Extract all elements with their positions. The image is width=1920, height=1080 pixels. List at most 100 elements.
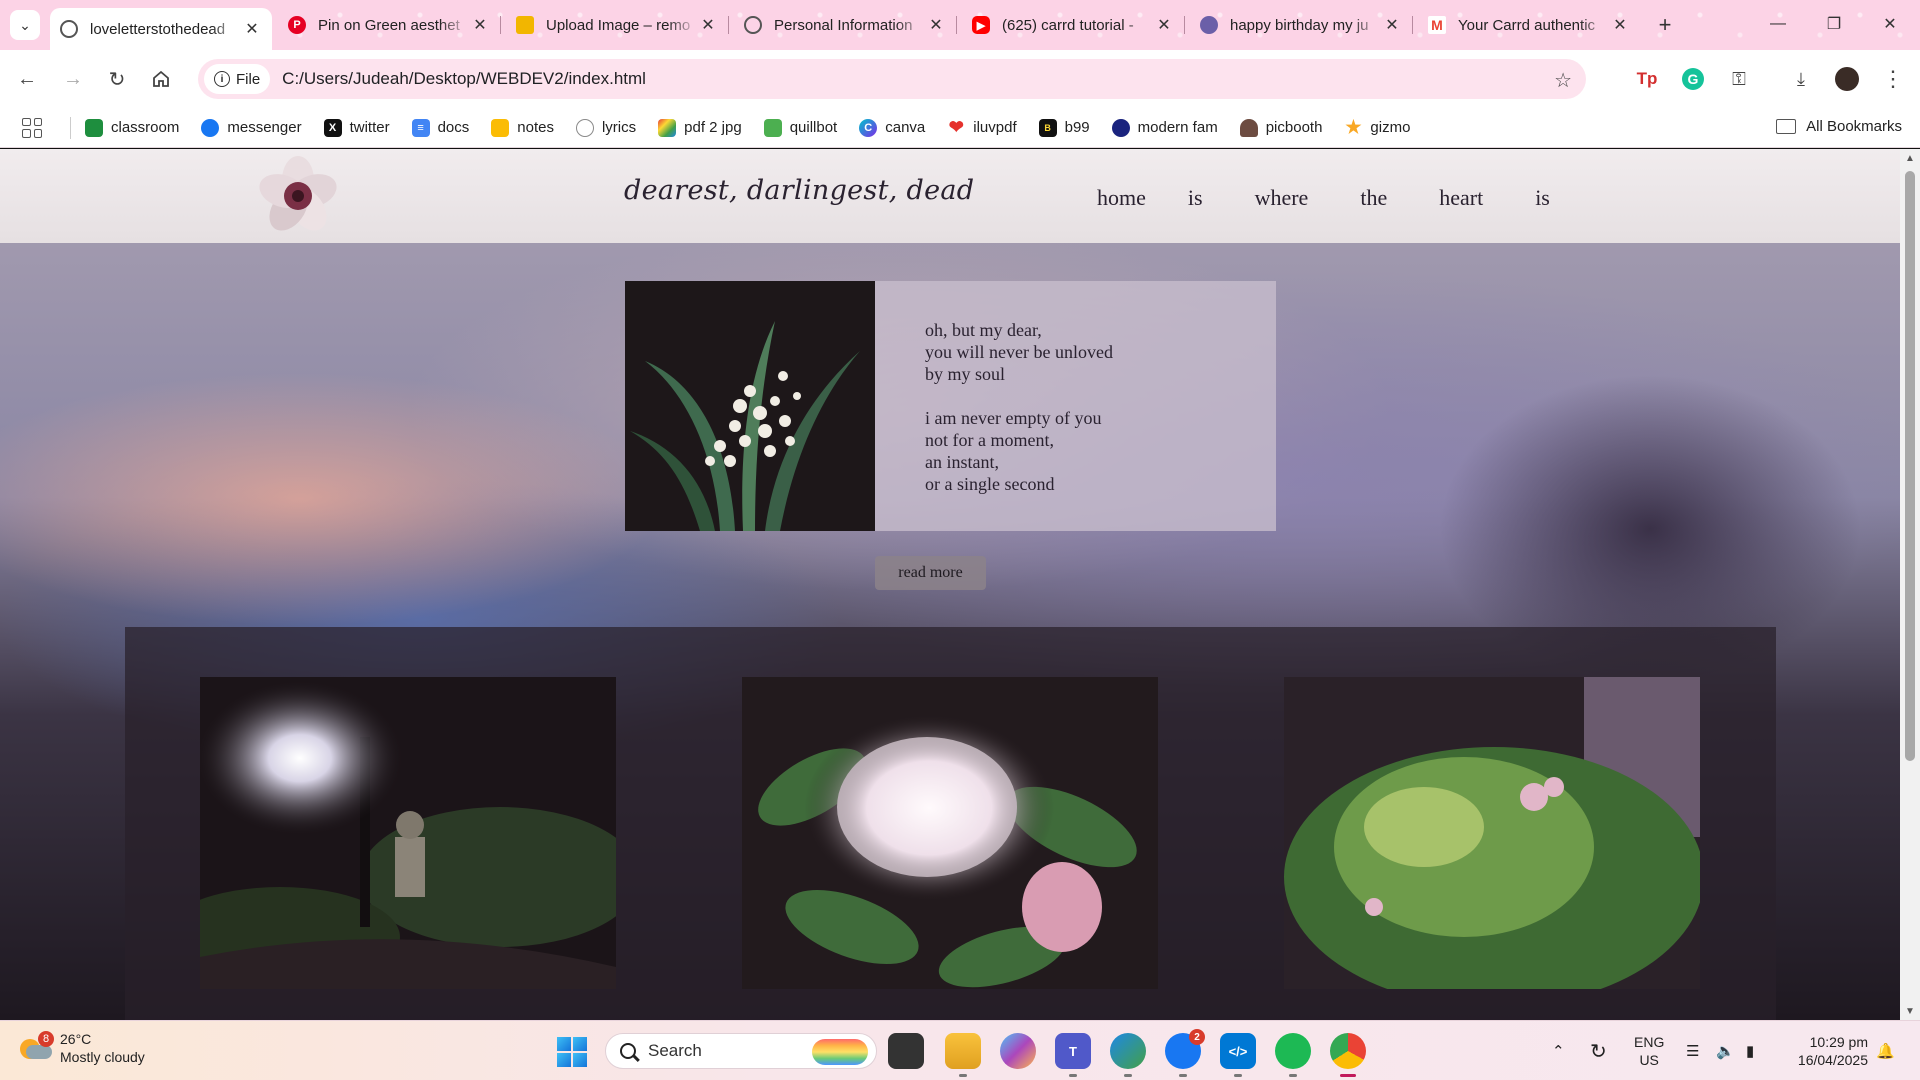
volume-icon[interactable]: 🔈: [1716, 1021, 1735, 1080]
language-indicator[interactable]: ENG US: [1634, 1033, 1664, 1069]
bookmark-iluvpdf[interactable]: ❤ iluvpdf: [947, 117, 1017, 137]
nav-link-heart[interactable]: heart: [1439, 185, 1483, 211]
quillbot-icon: [763, 118, 782, 137]
close-icon[interactable]: ✕: [698, 15, 718, 35]
tab-personal-information[interactable]: Personal Information ✕: [734, 8, 957, 42]
site-header: dearest, darlingest, dead home is where …: [0, 149, 1900, 243]
poem-line: or a single second: [925, 474, 1055, 494]
nav-link-where[interactable]: where: [1255, 185, 1309, 211]
bookmark-pdf2jpg[interactable]: pdf 2 jpg: [658, 118, 742, 137]
tab-upload-image[interactable]: Upload Image – remo ✕: [506, 8, 729, 42]
nav-link-the[interactable]: the: [1360, 185, 1387, 211]
tab-loveletters[interactable]: loveletterstothedead ✕: [50, 8, 272, 50]
all-bookmarks-button[interactable]: All Bookmarks: [1776, 118, 1902, 135]
site-info-chip[interactable]: i File: [204, 64, 271, 94]
tab-carrd[interactable]: happy birthday my ju ✕: [1190, 8, 1413, 42]
flower-logo-icon[interactable]: [255, 155, 341, 237]
apps-grid-icon[interactable]: [22, 117, 42, 138]
bookmark-star-icon[interactable]: ☆: [1554, 68, 1572, 93]
poem-line: an instant,: [925, 452, 999, 472]
home-button[interactable]: [146, 64, 176, 94]
lyrics-icon: [575, 118, 594, 137]
file-explorer-icon[interactable]: [945, 1033, 981, 1077]
scroll-down-arrow-icon[interactable]: ▼: [1900, 1002, 1920, 1020]
extensions-puzzle-icon[interactable]: ⚿: [1724, 64, 1754, 94]
bookmark-b99[interactable]: Bb99: [1038, 118, 1090, 137]
bookmark-modern-fam[interactable]: modern fam: [1111, 118, 1218, 137]
reload-button[interactable]: ↻: [102, 64, 132, 94]
read-more-button[interactable]: read more: [875, 556, 986, 590]
sync-icon[interactable]: ↻: [1590, 1021, 1607, 1080]
scroll-up-arrow-icon[interactable]: ▲: [1900, 149, 1920, 167]
poem-stanza: oh, but my dear, you will never be unlov…: [925, 319, 1276, 385]
bookmark-messenger[interactable]: messenger: [201, 118, 302, 137]
minimize-button[interactable]: —: [1750, 0, 1806, 48]
nav-link-is[interactable]: is: [1188, 185, 1203, 211]
system-clock[interactable]: 10:29 pm 16/04/2025: [1798, 1033, 1868, 1069]
wifi-icon[interactable]: ☰: [1686, 1021, 1699, 1080]
windows-start-icon[interactable]: [557, 1037, 587, 1067]
close-icon[interactable]: ✕: [1154, 15, 1174, 35]
weather-widget[interactable]: 8 26°C Mostly cloudy: [20, 1030, 145, 1066]
reload-icon: ↻: [108, 68, 126, 91]
address-bar[interactable]: i File C:/Users/Judeah/Desktop/WEBDEV2/i…: [198, 59, 1586, 99]
gallery-photo-white-hibiscus[interactable]: [742, 677, 1158, 989]
task-view-icon[interactable]: [888, 1033, 924, 1069]
messenger-app-icon[interactable]: 2: [1165, 1029, 1205, 1077]
webpage-viewport[interactable]: dearest, darlingest, dead home is where …: [0, 149, 1900, 1020]
close-icon[interactable]: ✕: [1382, 15, 1402, 35]
vscode-icon[interactable]: </>: [1220, 1033, 1256, 1077]
edge-icon[interactable]: [1110, 1033, 1146, 1077]
notification-bell-icon[interactable]: 🔔: [1876, 1021, 1895, 1080]
carrd-icon: [1200, 16, 1218, 34]
close-icon[interactable]: ✕: [242, 19, 262, 39]
close-icon[interactable]: ✕: [470, 15, 490, 35]
bookmark-twitter[interactable]: Xtwitter: [323, 118, 390, 137]
tab-youtube[interactable]: ▶ (625) carrd tutorial - ✕: [962, 8, 1185, 42]
chrome-icon[interactable]: [1330, 1033, 1366, 1077]
page-scrollbar[interactable]: ▲ ▼: [1900, 149, 1920, 1020]
teams-icon[interactable]: T: [1055, 1033, 1091, 1077]
profile-avatar[interactable]: [1832, 64, 1862, 94]
bookmark-notes[interactable]: notes: [491, 118, 554, 137]
upload-icon: [516, 16, 534, 34]
close-window-button[interactable]: ✕: [1862, 0, 1918, 48]
taskbar-search[interactable]: Search: [605, 1033, 877, 1069]
nav-link-is-2[interactable]: is: [1535, 185, 1550, 211]
close-icon[interactable]: ✕: [1610, 15, 1630, 35]
bookmark-picbooth[interactable]: picbooth: [1239, 118, 1322, 137]
grammarly-icon[interactable]: G: [1678, 64, 1708, 94]
bookmark-label: pdf 2 jpg: [684, 119, 742, 136]
chevron-down-icon: ⌄: [19, 16, 31, 33]
bookmark-docs[interactable]: ≡ docs: [411, 118, 469, 137]
tab-gmail[interactable]: M Your Carrd authentic ✕: [1418, 8, 1640, 42]
bookmark-lyrics[interactable]: lyrics: [575, 118, 637, 137]
tp-extension-icon[interactable]: Tp: [1632, 64, 1662, 94]
back-button[interactable]: ←: [12, 64, 42, 94]
download-icon[interactable]: ⤓: [1786, 64, 1816, 94]
gallery-photo-flower-bush[interactable]: [1284, 677, 1700, 989]
tab-pinterest[interactable]: P Pin on Green aesthet ✕: [278, 8, 501, 42]
bookmark-canva[interactable]: Ccanva: [859, 118, 925, 137]
nav-link-home[interactable]: home: [1097, 185, 1146, 211]
gallery-photo-garden-lamp[interactable]: [200, 677, 616, 989]
menu-kebab-icon[interactable]: ⋮: [1878, 64, 1908, 94]
bookmark-label: lyrics: [601, 119, 637, 136]
bookmark-quillbot[interactable]: quillbot: [763, 118, 837, 137]
scrollbar-thumb[interactable]: [1905, 171, 1915, 761]
bookmark-gizmo[interactable]: ★ gizmo: [1344, 117, 1410, 137]
restore-button[interactable]: ❐: [1806, 0, 1862, 48]
tab-search-button[interactable]: ⌄: [10, 10, 40, 40]
bookmark-classroom[interactable]: classroom: [85, 118, 179, 137]
battery-icon[interactable]: ▮: [1746, 1021, 1754, 1080]
show-hidden-icons-chevron-up-icon[interactable]: ⌃: [1552, 1021, 1565, 1080]
copilot-icon[interactable]: [1000, 1033, 1036, 1069]
close-icon[interactable]: ✕: [926, 15, 946, 35]
spotify-icon[interactable]: [1275, 1033, 1311, 1077]
url-text[interactable]: C:/Users/Judeah/Desktop/WEBDEV2/index.ht…: [282, 69, 646, 89]
poem-text: oh, but my dear, you will never be unlov…: [875, 281, 1276, 531]
forward-button[interactable]: →: [58, 64, 88, 94]
poem-line: not for a moment,: [925, 430, 1054, 450]
messenger-badge: 2: [1189, 1029, 1205, 1045]
new-tab-button[interactable]: +: [1650, 10, 1680, 40]
